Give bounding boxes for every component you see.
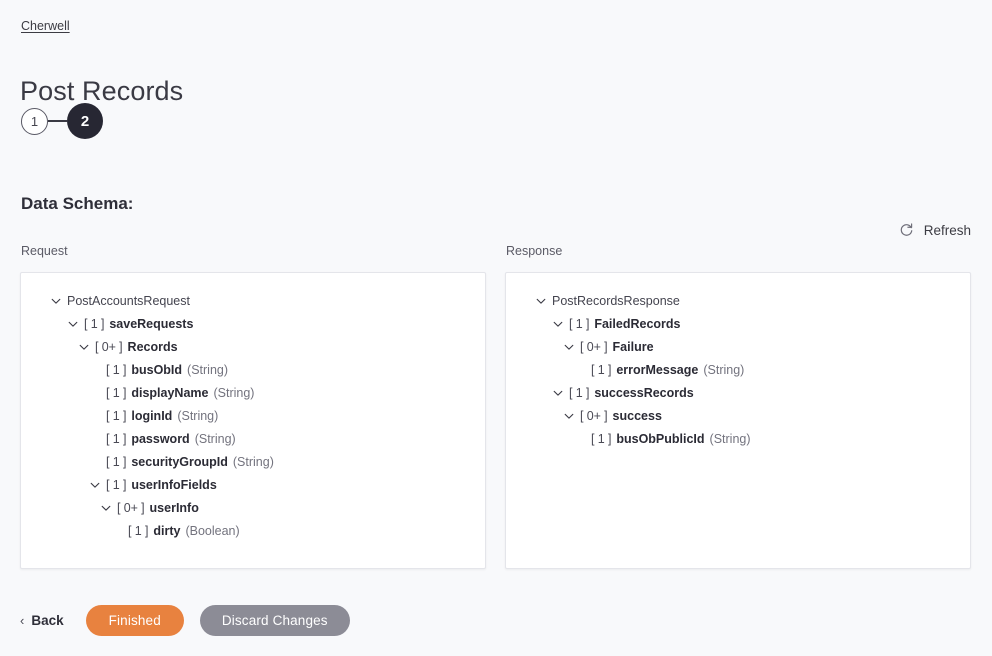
chevron-down-icon[interactable] bbox=[563, 341, 575, 353]
schema-node-row: [ 1 ] busObId (String) bbox=[21, 358, 485, 381]
schema-node-cardinality: [ 1 ] bbox=[106, 385, 127, 400]
schema-node-type: (String) bbox=[213, 385, 255, 400]
chevron-down-icon[interactable] bbox=[78, 341, 90, 353]
schema-node-cardinality: [ 1 ] bbox=[106, 431, 127, 446]
schema-node-type: (String) bbox=[709, 431, 751, 446]
schema-node-name: userInfoFields bbox=[131, 477, 217, 492]
chevron-down-icon[interactable] bbox=[50, 295, 62, 307]
request-panel-label: Request bbox=[21, 244, 68, 258]
schema-node-type: (String) bbox=[187, 362, 229, 377]
chevron-down-icon[interactable] bbox=[563, 410, 575, 422]
schema-node-cardinality: [ 1 ] bbox=[569, 316, 590, 331]
chevron-down-icon[interactable] bbox=[89, 479, 101, 491]
wizard-step-1[interactable]: 1 bbox=[21, 107, 48, 135]
wizard-steps: 1 2 bbox=[21, 103, 103, 139]
schema-node-row: [ 0+ ] Failure bbox=[506, 335, 970, 358]
schema-node-name: busObPublicId bbox=[616, 431, 705, 446]
schema-node-row: [ 1 ] userInfoFields bbox=[21, 473, 485, 496]
schema-node-name: success bbox=[612, 408, 662, 423]
refresh-button[interactable]: Refresh bbox=[899, 223, 971, 238]
schema-node-name: PostAccountsRequest bbox=[67, 293, 190, 308]
schema-node-row: [ 1 ] dirty (Boolean) bbox=[21, 519, 485, 542]
schema-node-name: password bbox=[131, 431, 190, 446]
schema-node-cardinality: [ 0+ ] bbox=[580, 339, 608, 354]
schema-node-cardinality: [ 1 ] bbox=[569, 385, 590, 400]
schema-node-row: PostAccountsRequest bbox=[21, 289, 485, 312]
schema-node-name: dirty bbox=[153, 523, 181, 538]
schema-node-name: securityGroupId bbox=[131, 454, 228, 469]
chevron-down-icon[interactable] bbox=[552, 318, 564, 330]
response-panel-label: Response bbox=[506, 244, 563, 258]
discard-changes-button[interactable]: Discard Changes bbox=[199, 605, 350, 636]
schema-node-row: [ 1 ] errorMessage (String) bbox=[506, 358, 970, 381]
schema-node-cardinality: [ 1 ] bbox=[591, 362, 612, 377]
schema-node-row: [ 1 ] loginId (String) bbox=[21, 404, 485, 427]
schema-node-row: [ 1 ] saveRequests bbox=[21, 312, 485, 335]
schema-node-name: loginId bbox=[131, 408, 173, 423]
schema-node-row: [ 1 ] securityGroupId (String) bbox=[21, 450, 485, 473]
response-schema-panel: PostRecordsResponse [ 1 ] FailedRecords [ 0… bbox=[505, 272, 971, 569]
schema-node-name: saveRequests bbox=[109, 316, 194, 331]
refresh-label: Refresh bbox=[923, 223, 971, 238]
schema-node-cardinality: [ 0+ ] bbox=[95, 339, 123, 354]
refresh-icon bbox=[899, 223, 914, 238]
chevron-down-icon[interactable] bbox=[100, 502, 112, 514]
schema-node-cardinality: [ 0+ ] bbox=[117, 500, 145, 515]
schema-node-cardinality: [ 1 ] bbox=[591, 431, 612, 446]
schema-node-cardinality: [ 1 ] bbox=[106, 362, 127, 377]
schema-node-type: (String) bbox=[194, 431, 236, 446]
wizard-step-2[interactable]: 2 bbox=[67, 103, 103, 139]
schema-node-cardinality: [ 1 ] bbox=[106, 477, 127, 492]
schema-node-cardinality: [ 1 ] bbox=[106, 454, 127, 469]
schema-node-row: [ 1 ] successRecords bbox=[506, 381, 970, 404]
back-button[interactable]: ‹ Back bbox=[20, 613, 64, 628]
schema-node-row: PostRecordsResponse bbox=[506, 289, 970, 312]
finished-button[interactable]: Finished bbox=[85, 605, 184, 636]
schema-node-name: Records bbox=[127, 339, 178, 354]
schema-node-name: displayName bbox=[131, 385, 209, 400]
schema-node-name: Failure bbox=[612, 339, 654, 354]
schema-node-row: [ 1 ] password (String) bbox=[21, 427, 485, 450]
page-title: Post Records bbox=[20, 76, 184, 107]
schema-node-row: [ 0+ ] userInfo bbox=[21, 496, 485, 519]
schema-node-row: [ 1 ] busObPublicId (String) bbox=[506, 427, 970, 450]
footer-actions: ‹ Back Finished Discard Changes bbox=[20, 604, 366, 637]
chevron-left-icon: ‹ bbox=[20, 613, 25, 628]
schema-node-cardinality: [ 1 ] bbox=[128, 523, 149, 538]
schema-node-row: [ 1 ] FailedRecords bbox=[506, 312, 970, 335]
schema-node-name: errorMessage bbox=[616, 362, 699, 377]
response-schema-tree: PostRecordsResponse [ 1 ] FailedRecords [ 0… bbox=[506, 273, 970, 450]
schema-node-name: busObId bbox=[131, 362, 183, 377]
request-schema-panel: PostAccountsRequest [ 1 ] saveRequests [ 0+… bbox=[20, 272, 486, 569]
back-label: Back bbox=[31, 613, 64, 628]
schema-node-name: PostRecordsResponse bbox=[552, 293, 680, 308]
schema-node-cardinality: [ 0+ ] bbox=[580, 408, 608, 423]
breadcrumb-cherwell[interactable]: Cherwell bbox=[21, 18, 70, 34]
wizard-step-connector bbox=[48, 120, 67, 122]
schema-node-name: successRecords bbox=[594, 385, 694, 400]
schema-node-cardinality: [ 1 ] bbox=[84, 316, 105, 331]
schema-node-type: (Boolean) bbox=[185, 523, 240, 538]
schema-node-row: [ 0+ ] Records bbox=[21, 335, 485, 358]
schema-node-cardinality: [ 1 ] bbox=[106, 408, 127, 423]
schema-node-name: userInfo bbox=[149, 500, 199, 515]
schema-node-row: [ 1 ] displayName (String) bbox=[21, 381, 485, 404]
schema-node-row: [ 0+ ] success bbox=[506, 404, 970, 427]
schema-node-type: (String) bbox=[177, 408, 219, 423]
chevron-down-icon[interactable] bbox=[552, 387, 564, 399]
request-schema-tree: PostAccountsRequest [ 1 ] saveRequests [ 0+… bbox=[21, 273, 485, 542]
schema-node-name: FailedRecords bbox=[594, 316, 681, 331]
schema-node-type: (String) bbox=[703, 362, 745, 377]
chevron-down-icon[interactable] bbox=[535, 295, 547, 307]
chevron-down-icon[interactable] bbox=[67, 318, 79, 330]
data-schema-heading: Data Schema: bbox=[21, 194, 134, 214]
schema-node-type: (String) bbox=[232, 454, 274, 469]
